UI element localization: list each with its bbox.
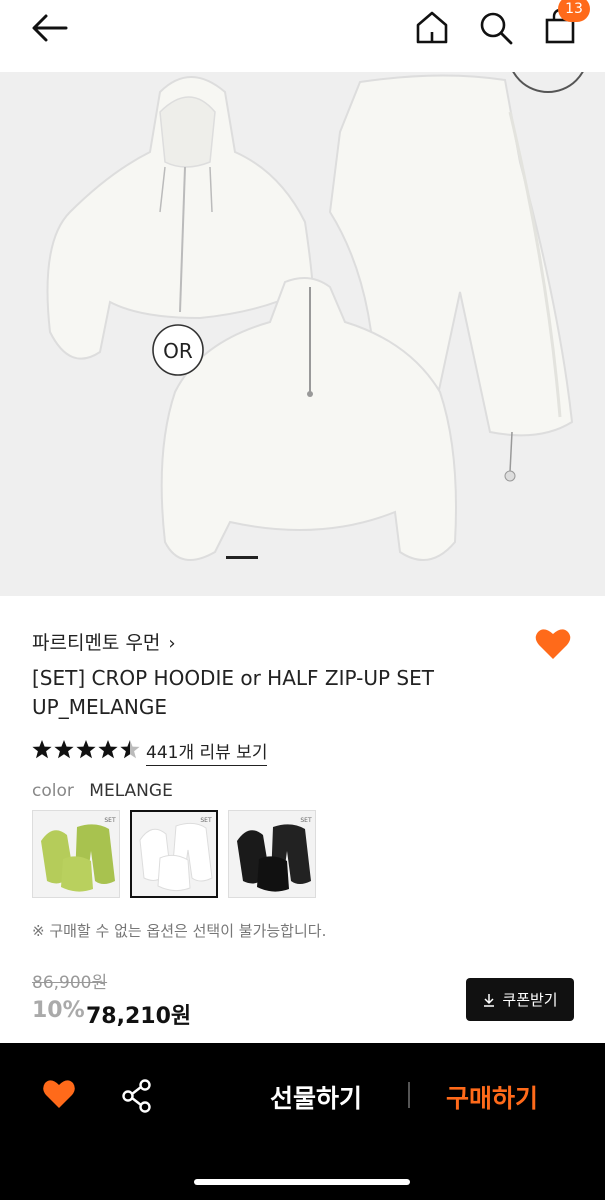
cart-count-badge: 13 xyxy=(558,0,590,22)
reviews-link[interactable]: 441개 리뷰 보기 xyxy=(146,738,268,766)
top-bar: 13 xyxy=(0,0,605,72)
color-label: color xyxy=(32,781,74,801)
wishlist-heart-icon[interactable] xyxy=(42,1078,76,1110)
product-illustration: OR xyxy=(46,72,584,561)
search-icon[interactable] xyxy=(476,8,516,46)
star-icon xyxy=(98,740,118,759)
color-value: MELANGE xyxy=(89,781,173,801)
original-price: 86,900원 xyxy=(32,973,108,993)
color-row: color MELANGE xyxy=(32,781,173,801)
rating-stars xyxy=(32,740,140,759)
option-note: ※ 구매할 수 없는 옵션은 선택이 불가능합니다. xyxy=(32,922,327,940)
home-indicator xyxy=(194,1179,410,1185)
product-hero-image[interactable]: OR xyxy=(0,72,605,596)
discount-rate: 10% xyxy=(32,998,85,1023)
sale-price: 78,210원 xyxy=(86,1004,192,1029)
bottom-action-bar xyxy=(0,1043,605,1200)
coupon-button[interactable]: 쿠폰받기 xyxy=(466,978,574,1021)
star-icon xyxy=(76,740,96,759)
gift-button[interactable]: 선물하기 xyxy=(270,1079,362,1115)
swatch-lime[interactable]: SET xyxy=(32,810,120,898)
home-icon[interactable] xyxy=(412,8,452,46)
swatch-tag: SET xyxy=(200,817,212,824)
product-title: [SET] CROP HOODIE or HALF ZIP-UP SET UP_… xyxy=(32,666,434,719)
star-icon xyxy=(32,740,52,759)
share-icon[interactable] xyxy=(120,1078,154,1114)
swatch-melange-image: SET xyxy=(132,812,216,896)
brand-name: 파르티멘토 우먼 xyxy=(32,632,161,654)
brand-link[interactable]: 파르티멘토 우먼 › xyxy=(32,628,176,655)
swatch-melange[interactable]: SET xyxy=(130,810,218,898)
coupon-label: 쿠폰받기 xyxy=(502,991,558,1009)
carousel-indicator xyxy=(226,556,258,559)
swatch-black[interactable]: SET xyxy=(228,810,316,898)
back-arrow-icon[interactable] xyxy=(28,10,72,46)
star-icon xyxy=(54,740,74,759)
swatch-tag: SET xyxy=(104,817,116,824)
swatch-black-image: SET xyxy=(229,811,315,897)
download-icon xyxy=(484,993,495,1007)
divider xyxy=(408,1082,410,1108)
chevron-right-icon: › xyxy=(168,633,176,654)
swatch-tag: SET xyxy=(300,817,312,824)
wishlist-heart-icon[interactable] xyxy=(534,626,572,662)
swatch-lime-image: SET xyxy=(33,811,119,897)
or-label: OR xyxy=(163,339,193,363)
buy-button[interactable]: 구매하기 xyxy=(446,1079,538,1115)
